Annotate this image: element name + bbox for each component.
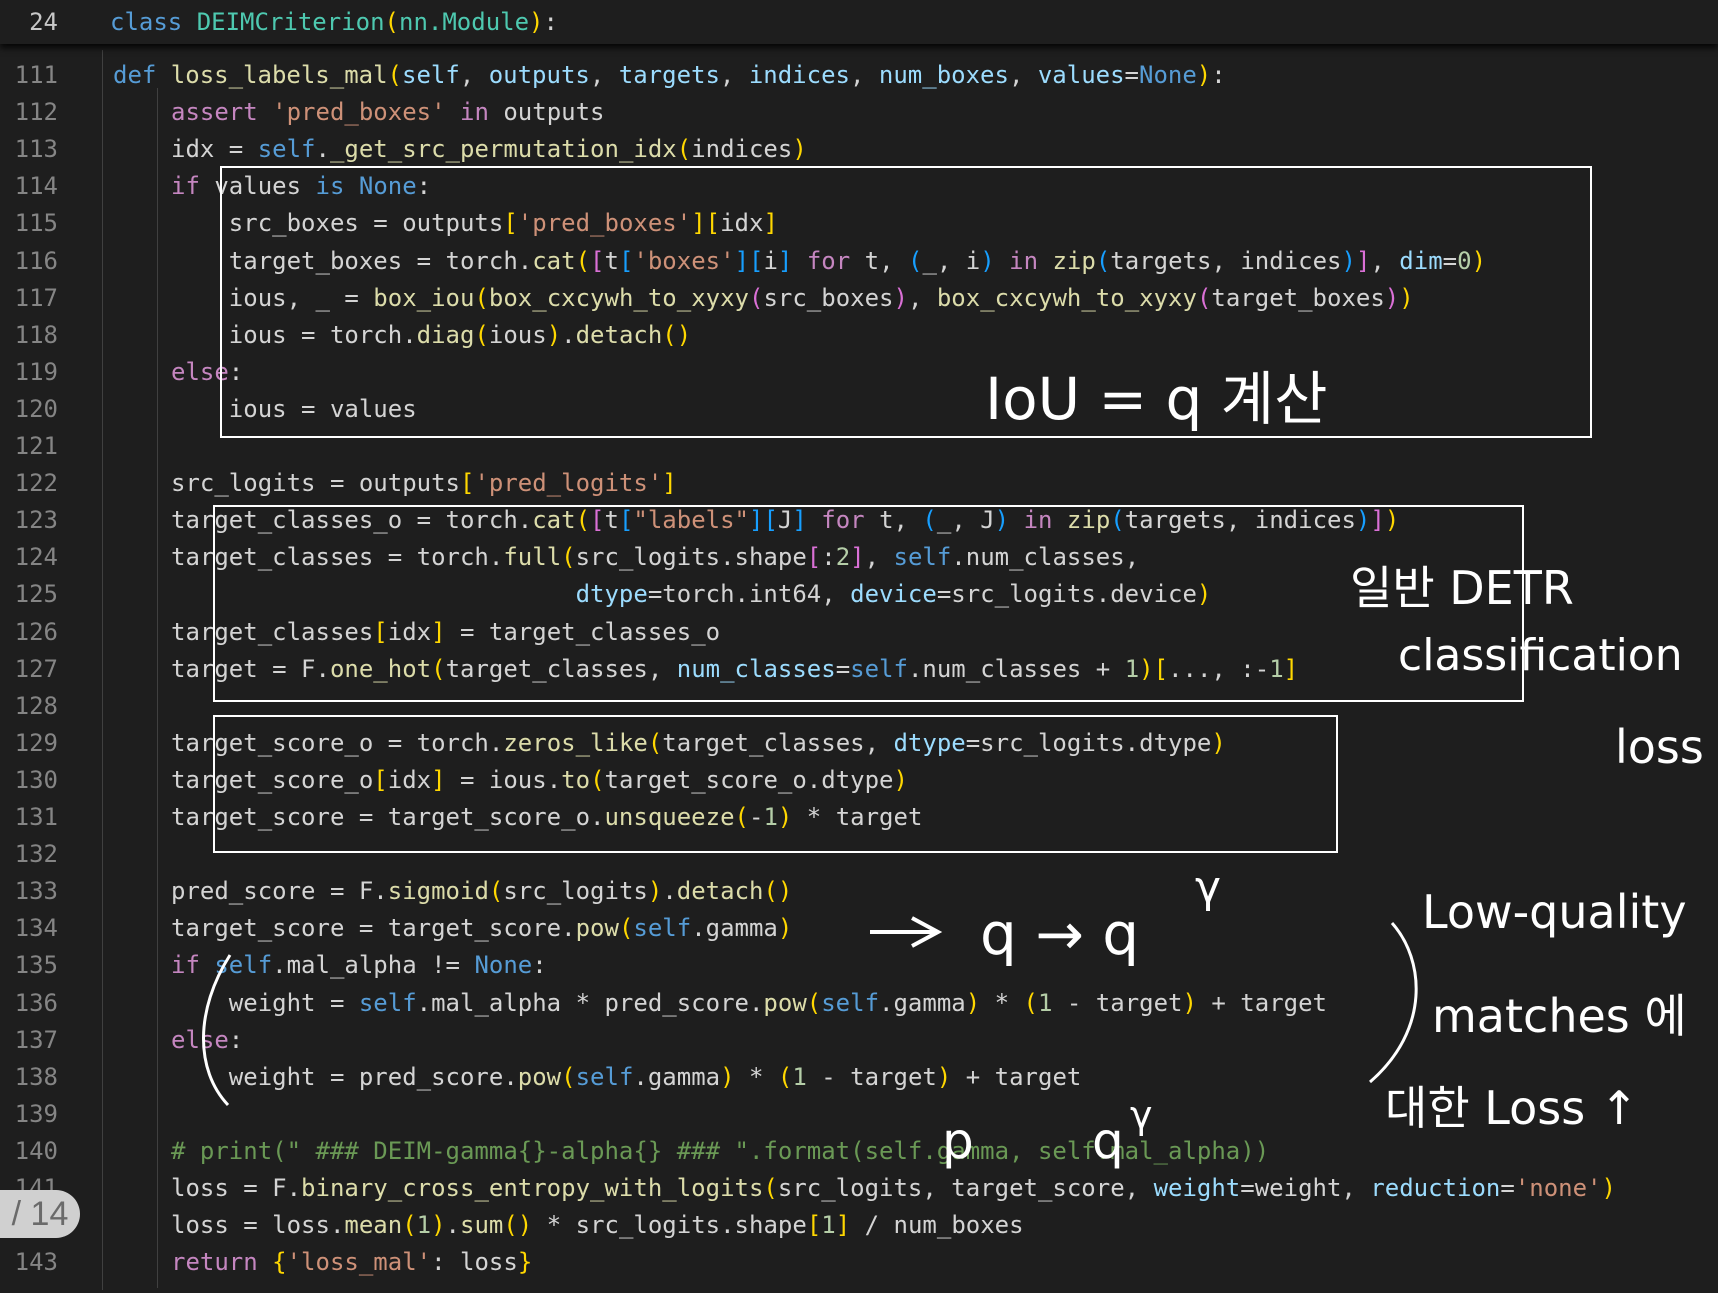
annotation-detr-line2: classification: [1398, 630, 1683, 681]
sticky-line-number: 24: [29, 8, 58, 36]
annotation-power-text: q → q: [980, 900, 1140, 968]
annotation-lowquality-line3: 대한 Loss ↑: [1385, 1081, 1639, 1135]
arrow-stroke: [870, 916, 943, 948]
sticky-keyword: class: [110, 8, 183, 36]
sticky-class-name: DEIMCriterion: [196, 8, 385, 36]
annotation-p-letter: p: [942, 1112, 974, 1170]
annotation-detr-line3: loss: [1615, 720, 1704, 774]
annotation-lowquality-line1: Low-quality: [1422, 885, 1687, 939]
annotation-power-sup: γ: [1195, 862, 1222, 913]
page-counter-badge[interactable]: / 14: [0, 1190, 80, 1238]
left-bracket-stroke: [202, 954, 232, 1107]
code-editor[interactable]: 24 class DEIMCriterion(nn.Module): 111 de…: [0, 0, 1718, 1293]
annotation-lowquality-line2: matches 에: [1432, 989, 1687, 1043]
annotation-q-letter: q: [1092, 1112, 1124, 1170]
right-bracket-stroke: [1369, 922, 1418, 1084]
annotation-detr-line1: 일반 DETR: [1350, 561, 1574, 615]
sticky-class-declaration: class DEIMCriterion(nn.Module):: [110, 8, 558, 36]
sticky-base-class: nn.Module: [399, 8, 530, 36]
annotation-q-sup: γ: [1130, 1093, 1153, 1137]
sticky-scroll-header[interactable]: 24 class DEIMCriterion(nn.Module):: [0, 0, 1718, 44]
annotation-iou-text: IoU = q 계산: [985, 365, 1328, 433]
